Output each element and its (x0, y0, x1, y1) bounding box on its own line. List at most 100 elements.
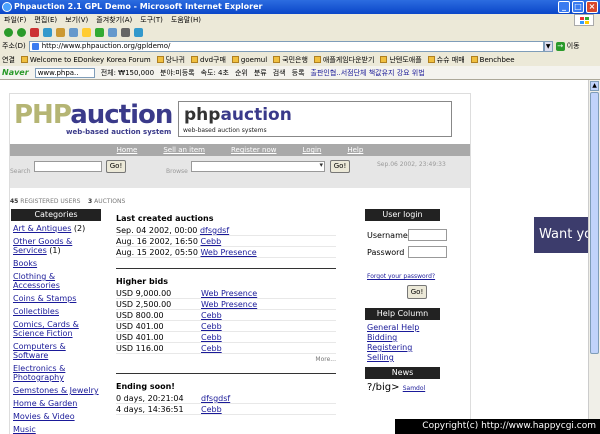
auction-link[interactable]: Web Presence (201, 288, 257, 299)
naver-category-button[interactable]: 분류 (254, 68, 267, 78)
naver-status-total: 전체: ₩150,000 (100, 68, 155, 77)
back-icon[interactable] (4, 28, 13, 37)
list-item[interactable]: Collectibles (13, 307, 101, 316)
link-item[interactable]: Welcome to EDonkey Korea Forum (20, 55, 151, 64)
menu-view[interactable]: 보기(V) (65, 15, 88, 25)
forward-icon[interactable] (17, 28, 26, 37)
menu-tools[interactable]: 도구(T) (140, 15, 163, 25)
list-item[interactable]: Home & Garden (13, 399, 101, 408)
ad-banner[interactable]: phpauction web-based auction systems Wan… (178, 101, 588, 253)
refresh-icon[interactable] (43, 28, 52, 37)
stop-icon[interactable] (30, 28, 39, 37)
login-go-button[interactable]: Go! (407, 285, 427, 299)
menu-file[interactable]: 파일(F) (4, 15, 26, 25)
edit-icon[interactable] (134, 28, 143, 37)
browse-go-button[interactable]: Go! (330, 160, 350, 173)
auction-link[interactable]: dfsgdsf (201, 393, 230, 404)
naver-logo[interactable]: Naver (2, 68, 29, 77)
link-icon (191, 55, 198, 63)
logo-php: PHP (14, 100, 71, 130)
naver-register-button[interactable]: 등록 (292, 68, 305, 78)
banner-php: php (184, 105, 221, 125)
address-dropdown-button[interactable]: ▼ (543, 40, 553, 52)
nav-home[interactable]: Home (117, 146, 138, 154)
list-item[interactable]: Gemstones & Jewelry (13, 386, 101, 395)
menu-edit[interactable]: 편집(E) (34, 15, 57, 25)
link-item[interactable]: 난텐도애플 (380, 55, 422, 65)
scroll-up-icon[interactable]: ▲ (590, 81, 599, 91)
nav-sell-item[interactable]: Sell an item (163, 146, 205, 154)
list-item[interactable]: Comics, Cards & Science Fiction (13, 320, 101, 338)
list-item[interactable]: Other Goods & Services (1) (13, 237, 101, 255)
history-icon[interactable] (95, 28, 104, 37)
link-icon (380, 55, 388, 63)
news-title: News (365, 367, 440, 379)
link-item[interactable]: dvd구매 (191, 55, 226, 65)
forgot-password-link[interactable]: Forgot your password? (367, 273, 435, 280)
list-item[interactable]: Music (13, 425, 101, 434)
link-icon (470, 55, 478, 63)
more-link[interactable]: More... (116, 356, 336, 363)
logo-subtitle: web-based auction system (66, 128, 172, 136)
help-link-selling[interactable]: Selling (367, 353, 438, 363)
address-bar: 주소(D) http://www.phpauction.org/gpldemo/… (0, 39, 600, 53)
auction-link[interactable]: Cebb (201, 343, 222, 354)
auction-link[interactable]: Web Presence (200, 248, 256, 257)
nav-help[interactable]: Help (347, 146, 363, 154)
address-input[interactable]: http://www.phpauction.org/gpldemo/ (28, 40, 544, 52)
naver-hotnews[interactable]: 출판인협..서점단체 책값유지 강요 위법 (311, 68, 425, 78)
search-go-button[interactable]: Go! (106, 160, 126, 173)
auction-link[interactable]: Cebb (200, 237, 221, 246)
close-button[interactable]: × (586, 1, 598, 13)
naver-search-input[interactable]: www.phpa.. (34, 67, 95, 78)
news-link[interactable]: Samdol (403, 385, 425, 392)
list-item[interactable]: Books (13, 259, 101, 268)
print-icon[interactable] (121, 28, 130, 37)
list-item[interactable]: Clothing & Accessories (13, 272, 101, 290)
browse-select[interactable] (191, 161, 325, 172)
auction-link[interactable]: Cebb (201, 404, 222, 415)
go-button[interactable]: → 이동 (555, 41, 580, 51)
naver-rank-button[interactable]: 순위 (235, 68, 248, 78)
auction-link[interactable]: Web Presence (201, 299, 257, 310)
scroll-thumb[interactable] (590, 92, 599, 354)
help-link-bidding[interactable]: Bidding (367, 333, 438, 343)
minimize-button[interactable]: _ (558, 1, 570, 13)
maximize-button[interactable]: □ (572, 1, 584, 13)
search-input[interactable] (34, 161, 102, 172)
nav-register[interactable]: Register now (231, 146, 277, 154)
auction-link[interactable]: Cebb (201, 310, 222, 321)
mail-icon[interactable] (108, 28, 117, 37)
naver-search-button[interactable]: 검색 (273, 68, 286, 78)
menu-help[interactable]: 도움말(H) (171, 15, 201, 25)
link-item[interactable]: 국민은행 (273, 55, 308, 65)
link-icon (313, 55, 321, 63)
help-link-registering[interactable]: Registering (367, 343, 438, 353)
auction-link[interactable]: Cebb (201, 332, 222, 343)
nav-login[interactable]: Login (302, 146, 321, 154)
auction-link[interactable]: Cebb (201, 321, 222, 332)
home-icon[interactable] (56, 28, 65, 37)
list-item[interactable]: Computers & Software (13, 342, 101, 360)
vertical-scrollbar[interactable]: ▲ (588, 80, 600, 434)
link-item[interactable]: 애플게임다운받기 (313, 55, 374, 65)
link-item[interactable]: 슈슈 매매 (427, 55, 465, 65)
site-logo[interactable]: PHPauction web-based auction system (14, 100, 173, 136)
search-icon[interactable] (69, 28, 78, 37)
help-link-general[interactable]: General Help (367, 323, 438, 333)
username-input[interactable] (408, 229, 447, 241)
list-item[interactable]: Movies & Video (13, 412, 101, 421)
list-item[interactable]: Art & Antiques (2) (13, 224, 101, 233)
password-input[interactable] (408, 246, 447, 258)
link-item[interactable]: 당나귀 (156, 55, 185, 65)
link-item[interactable]: Benchbee (470, 55, 515, 64)
list-item[interactable]: Electronics & Photography (13, 364, 101, 382)
list-item[interactable]: Coins & Stamps (13, 294, 101, 303)
link-item[interactable]: goemul (231, 55, 267, 64)
favorites-icon[interactable] (82, 28, 91, 37)
site-stats: 45 REGISTERED USERS 3 AUCTIONS (10, 198, 125, 205)
categories-panel: Categories Art & Antiques (2) Other Good… (11, 209, 101, 434)
table-row: 0 days, 20:21:04 dfsgdsf (116, 393, 336, 404)
auction-link[interactable]: dfsgdsf (200, 226, 229, 235)
menu-favorites[interactable]: 즐겨찾기(A) (96, 15, 132, 25)
